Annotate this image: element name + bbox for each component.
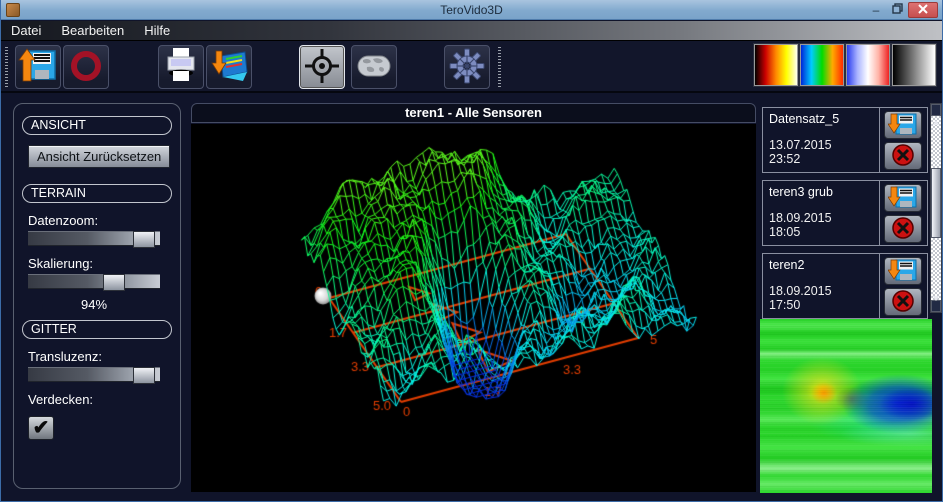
skalierung-slider-handle[interactable]	[103, 274, 125, 291]
datenzoom-label: Datenzoom:	[28, 213, 180, 228]
toolbar-grip	[498, 47, 501, 87]
group-header-ansicht: ANSICHT	[22, 116, 172, 135]
arrow-down-icon	[933, 296, 939, 316]
skalierung-slider[interactable]	[28, 274, 160, 289]
window-title: TeroVido3D	[1, 3, 942, 17]
dataset-item[interactable]: teren2 18.09.2015 17:50	[762, 253, 928, 319]
dataset-save-button[interactable]	[884, 184, 922, 212]
toolbar-grip	[5, 47, 8, 87]
verdecken-checkbox[interactable]: ✔	[28, 416, 54, 440]
dataset-time: 17:50	[769, 298, 877, 312]
save-project-button[interactable]	[15, 45, 61, 89]
close-button[interactable]	[908, 2, 938, 18]
dataset-name: Datensatz_5	[769, 112, 877, 126]
dataset-info: teren3 grub 18.09.2015 18:05	[763, 181, 879, 245]
sidebar-panel: ANSICHT Ansicht Zurücksetzen TERRAIN Dat…	[13, 103, 181, 489]
gear-icon	[447, 73, 487, 88]
skalierung-value: 94%	[28, 297, 160, 312]
dataset-buttons	[879, 181, 927, 245]
title-bar: TeroVido3D –	[1, 0, 942, 20]
export-button[interactable]	[206, 45, 252, 89]
dataset-item[interactable]: teren3 grub 18.09.2015 18:05	[762, 180, 928, 246]
dataset-save-button[interactable]	[884, 257, 922, 285]
dataset-buttons	[879, 108, 927, 172]
dataset-date: 18.09.2015	[769, 284, 877, 298]
maximize-button[interactable]	[888, 2, 906, 18]
print-button[interactable]	[158, 45, 204, 89]
dataset-date: 13.07.2015	[769, 138, 877, 152]
dataset-date: 18.09.2015	[769, 211, 877, 225]
menu-datei[interactable]: Datei	[1, 22, 51, 39]
export-arrow-chart-icon	[209, 73, 249, 88]
dataset-info: Datensatz_5 13.07.2015 23:52	[763, 108, 879, 172]
printer-icon	[161, 73, 201, 88]
minimize-button[interactable]: –	[867, 2, 885, 18]
transluzenz-slider-handle[interactable]	[133, 367, 155, 384]
dataset-save-button[interactable]	[884, 111, 922, 139]
palette-grayscale-button[interactable]	[892, 44, 936, 86]
arrow-up-icon	[933, 105, 939, 125]
floppy-down-arrow-icon	[888, 124, 918, 139]
map-view-button[interactable]	[351, 45, 397, 89]
scroll-down-button[interactable]	[931, 300, 941, 312]
delete-x-icon	[890, 155, 916, 170]
dataset-item[interactable]: Datensatz_5 13.07.2015 23:52	[762, 107, 928, 173]
delete-x-icon	[890, 301, 916, 316]
record-circle-icon	[66, 73, 106, 88]
dataset-scrollbar[interactable]	[930, 103, 942, 313]
transluzenz-slider[interactable]	[28, 367, 160, 382]
dataset-time: 23:52	[769, 152, 877, 166]
close-icon	[918, 3, 928, 17]
datenzoom-slider[interactable]	[28, 231, 160, 246]
reset-view-button[interactable]: Ansicht Zurücksetzen	[28, 145, 170, 168]
dataset-delete-button[interactable]	[884, 288, 922, 316]
viewport-title: teren1 - Alle Sensoren	[191, 103, 756, 123]
scrollbar-thumb[interactable]	[931, 168, 941, 238]
menu-bar: Datei Bearbeiten Hilfe	[1, 21, 942, 40]
group-header-terrain: TERRAIN	[22, 184, 172, 203]
check-icon: ✔	[33, 417, 50, 439]
palette-rainbow-button[interactable]	[800, 44, 844, 86]
skalierung-label: Skalierung:	[28, 256, 180, 271]
crosshair-icon	[302, 73, 342, 88]
verdecken-label: Verdecken:	[28, 392, 180, 407]
scroll-up-button[interactable]	[931, 104, 941, 116]
restore-icon	[892, 3, 903, 17]
menu-bearbeiten[interactable]: Bearbeiten	[51, 22, 134, 39]
toolbar	[1, 40, 942, 93]
app-window: TeroVido3D – Datei Bearbeiten Hilfe	[0, 0, 943, 502]
record-button[interactable]	[63, 45, 109, 89]
dataset-time: 18:05	[769, 225, 877, 239]
globe-icon	[354, 73, 394, 88]
datenzoom-slider-handle[interactable]	[133, 231, 155, 248]
palette-blue-white-red-button[interactable]	[846, 44, 890, 86]
dataset-delete-button[interactable]	[884, 142, 922, 170]
dataset-buttons	[879, 254, 927, 318]
dataset-delete-button[interactable]	[884, 215, 922, 243]
terrain-3d-view[interactable]	[191, 124, 756, 492]
floppy-down-arrow-icon	[888, 270, 918, 285]
settings-button[interactable]	[444, 45, 490, 89]
dataset-name: teren2	[769, 258, 877, 272]
palette-heat-button[interactable]	[754, 44, 798, 86]
content-area: ANSICHT Ansicht Zurücksetzen TERRAIN Dat…	[1, 93, 942, 501]
delete-x-icon	[890, 228, 916, 243]
menu-hilfe[interactable]: Hilfe	[134, 22, 180, 39]
floppy-down-arrow-icon	[888, 197, 918, 212]
dataset-info: teren2 18.09.2015 17:50	[763, 254, 879, 318]
heatmap-preview	[760, 319, 932, 493]
dataset-name: teren3 grub	[769, 185, 877, 199]
group-header-gitter: GITTER	[22, 320, 172, 339]
center-view-button[interactable]	[299, 45, 345, 89]
transluzenz-label: Transluzenz:	[28, 349, 180, 364]
floppy-up-arrow-icon	[18, 73, 58, 88]
